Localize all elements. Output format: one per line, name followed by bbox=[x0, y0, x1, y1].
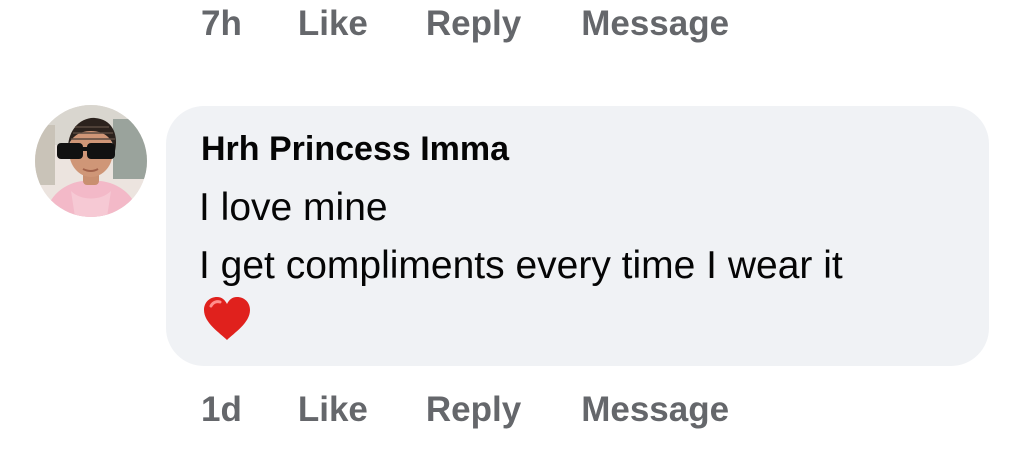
previous-comment-actions: 7h Like Reply Message bbox=[201, 2, 729, 46]
like-button[interactable]: Like bbox=[298, 4, 368, 44]
comment-text-line: I get compliments every time I wear it bbox=[199, 244, 843, 287]
reply-button[interactable]: Reply bbox=[426, 4, 521, 44]
comment-timestamp[interactable]: 1d bbox=[201, 390, 242, 430]
comment-timestamp[interactable]: 7h bbox=[201, 4, 242, 44]
avatar[interactable] bbox=[35, 105, 147, 217]
comment-author[interactable]: Hrh Princess Imma bbox=[201, 130, 509, 169]
heart-emoji-icon bbox=[204, 297, 250, 340]
comment-actions: 1d Like Reply Message bbox=[201, 388, 729, 432]
message-button[interactable]: Message bbox=[581, 4, 729, 44]
comment-thread: 7h Like Reply Message Hrh Princess Imma … bbox=[0, 0, 1024, 471]
reply-button[interactable]: Reply bbox=[426, 390, 521, 430]
avatar-photo bbox=[35, 105, 147, 217]
message-button[interactable]: Message bbox=[581, 390, 729, 430]
comment-text-line: I love mine bbox=[199, 186, 388, 229]
like-button[interactable]: Like bbox=[298, 390, 368, 430]
comment-bubble[interactable]: Hrh Princess Imma I love mine I get comp… bbox=[166, 106, 989, 366]
